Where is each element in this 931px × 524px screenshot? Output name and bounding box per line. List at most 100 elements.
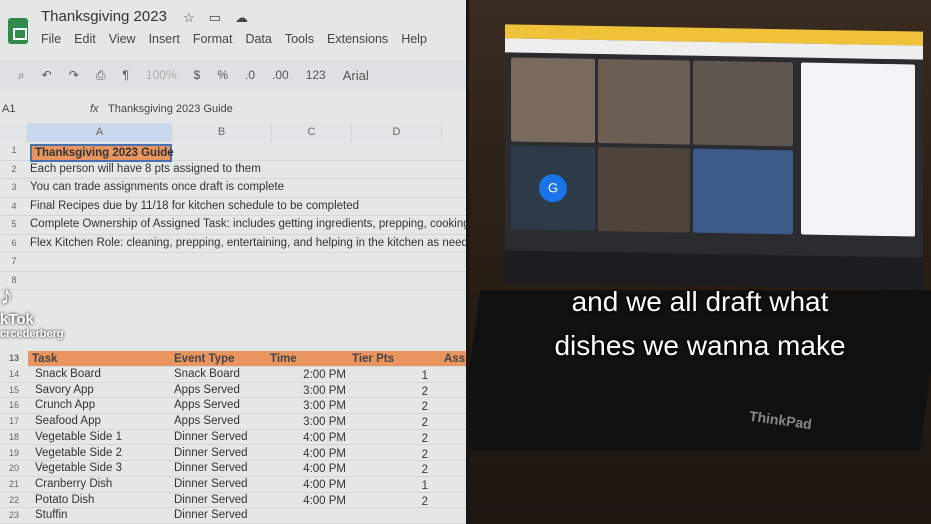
number-format-button[interactable]: 123: [306, 68, 326, 82]
row-number[interactable]: 3: [0, 182, 28, 192]
star-icon[interactable]: ☆: [183, 10, 209, 25]
row-number[interactable]: 6: [0, 238, 28, 248]
formula-input[interactable]: Thanksgiving 2023 Guide: [108, 103, 233, 115]
search-icon[interactable]: ⌕: [18, 68, 25, 83]
row-number[interactable]: 5: [0, 219, 28, 229]
task-cell[interactable]: Seafood App: [35, 415, 101, 427]
tier-pts-cell[interactable]: 2: [352, 433, 428, 445]
redo-icon[interactable]: ↷: [69, 68, 79, 82]
task-cell[interactable]: Vegetable Side 3: [35, 462, 122, 474]
time-cell[interactable]: 3:00 PM: [272, 416, 346, 428]
tier-pts-cell[interactable]: 2: [352, 464, 428, 476]
select-all-corner[interactable]: [0, 123, 28, 142]
column-title[interactable]: Time: [270, 353, 297, 365]
event-type-cell[interactable]: Snack Board: [174, 368, 240, 380]
note-cell[interactable]: You can trade assignments once draft is …: [30, 181, 284, 193]
cloud-status-icon[interactable]: ☁: [235, 10, 262, 25]
column-title[interactable]: Event Type: [174, 353, 235, 365]
undo-icon[interactable]: ↶: [42, 68, 52, 82]
time-cell[interactable]: 3:00 PM: [272, 385, 346, 397]
row-number[interactable]: 18: [0, 432, 28, 442]
column-header-b[interactable]: B: [172, 123, 272, 142]
time-cell[interactable]: 2:00 PM: [272, 369, 346, 381]
time-cell[interactable]: 4:00 PM: [272, 479, 346, 491]
event-type-cell[interactable]: Apps Served: [174, 415, 240, 427]
row-number[interactable]: 13: [0, 353, 28, 368]
note-cell[interactable]: Flex Kitchen Role: cleaning, prepping, e…: [30, 237, 466, 249]
event-type-cell[interactable]: Apps Served: [174, 384, 240, 396]
move-folder-icon[interactable]: ▭: [209, 10, 235, 25]
decrease-decimal-button[interactable]: .0: [245, 68, 255, 82]
time-cell[interactable]: 4:00 PM: [272, 432, 346, 444]
task-cell[interactable]: Potato Dish: [35, 494, 94, 506]
column-title[interactable]: Tier Pts: [352, 353, 394, 365]
percent-button[interactable]: %: [217, 68, 228, 82]
menu-help[interactable]: Help: [401, 32, 427, 46]
tier-pts-cell[interactable]: 1: [352, 370, 428, 382]
event-type-cell[interactable]: Dinner Served: [174, 494, 248, 506]
row-number[interactable]: 1: [0, 145, 28, 155]
time-cell[interactable]: 3:00 PM: [272, 400, 346, 412]
document-title[interactable]: Thanksgiving 2023: [41, 8, 167, 25]
column-title[interactable]: Ass: [444, 353, 465, 365]
print-icon[interactable]: ⎙: [96, 68, 106, 83]
time-cell[interactable]: 4:00 PM: [272, 463, 346, 475]
menu-format[interactable]: Format: [193, 32, 233, 46]
tier-pts-cell[interactable]: 2: [352, 449, 428, 461]
row-number[interactable]: 17: [0, 416, 28, 426]
event-type-cell[interactable]: Dinner Served: [174, 509, 248, 521]
menu-file[interactable]: File: [41, 32, 61, 46]
event-type-cell[interactable]: Dinner Served: [174, 447, 248, 459]
row-number[interactable]: 2: [0, 164, 28, 174]
menu-insert[interactable]: Insert: [149, 32, 180, 46]
menu-tools[interactable]: Tools: [285, 32, 314, 46]
tier-pts-cell[interactable]: 2: [352, 496, 428, 508]
task-cell[interactable]: Savory App: [35, 384, 94, 396]
task-cell[interactable]: Vegetable Side 1: [35, 431, 122, 443]
task-cell[interactable]: Snack Board: [35, 368, 101, 380]
time-cell[interactable]: 4:00 PM: [272, 495, 346, 507]
menu-edit[interactable]: Edit: [74, 32, 96, 46]
name-box[interactable]: A1: [2, 103, 15, 115]
event-type-cell[interactable]: Dinner Served: [174, 431, 248, 443]
task-cell[interactable]: Crunch App: [35, 399, 95, 411]
row-number[interactable]: 14: [0, 369, 28, 379]
task-cell[interactable]: Cranberry Dish: [35, 478, 112, 490]
row-number[interactable]: 22: [0, 495, 28, 505]
event-type-cell[interactable]: Dinner Served: [174, 478, 248, 490]
tier-pts-cell[interactable]: 1: [352, 480, 428, 492]
spreadsheet-photo: Thanksgiving 2023 ☆▭☁ File Edit View Ins…: [0, 0, 466, 524]
menu-view[interactable]: View: [109, 32, 136, 46]
row-number[interactable]: 19: [0, 448, 28, 458]
time-cell[interactable]: 4:00 PM: [272, 448, 346, 460]
tier-pts-cell[interactable]: 2: [352, 401, 428, 413]
menu-data[interactable]: Data: [245, 32, 271, 46]
note-cell[interactable]: Complete Ownership of Assigned Task: inc…: [30, 218, 466, 230]
column-header-d[interactable]: D: [352, 123, 442, 142]
row-number[interactable]: 16: [0, 400, 28, 410]
row-number[interactable]: 15: [0, 385, 28, 395]
task-cell[interactable]: Vegetable Side 2: [35, 447, 122, 459]
font-select[interactable]: Arial: [343, 68, 403, 83]
zoom-select[interactable]: 100%: [146, 68, 177, 82]
note-cell[interactable]: Each person will have 8 pts assigned to …: [30, 163, 261, 175]
row-number[interactable]: 7: [0, 256, 28, 266]
event-type-cell[interactable]: Dinner Served: [174, 462, 248, 474]
row-number[interactable]: 20: [0, 463, 28, 473]
column-header-c[interactable]: C: [272, 123, 352, 142]
paint-format-icon[interactable]: ¶: [122, 68, 128, 82]
tier-pts-cell[interactable]: 2: [352, 386, 428, 398]
note-cell[interactable]: Thanksgiving 2023 Guide: [30, 144, 174, 162]
menu-extensions[interactable]: Extensions: [327, 32, 388, 46]
task-cell[interactable]: Stuffin: [35, 509, 67, 521]
column-title[interactable]: Task: [32, 353, 57, 365]
row-number[interactable]: 23: [0, 510, 28, 520]
row-number[interactable]: 4: [0, 201, 28, 211]
increase-decimal-button[interactable]: .00: [272, 68, 289, 82]
note-cell[interactable]: Final Recipes due by 11/18 for kitchen s…: [30, 200, 359, 212]
column-header-a[interactable]: A: [28, 123, 172, 142]
event-type-cell[interactable]: Apps Served: [174, 399, 240, 411]
currency-button[interactable]: $: [194, 68, 201, 82]
row-number[interactable]: 21: [0, 479, 28, 489]
tier-pts-cell[interactable]: 2: [352, 417, 428, 429]
